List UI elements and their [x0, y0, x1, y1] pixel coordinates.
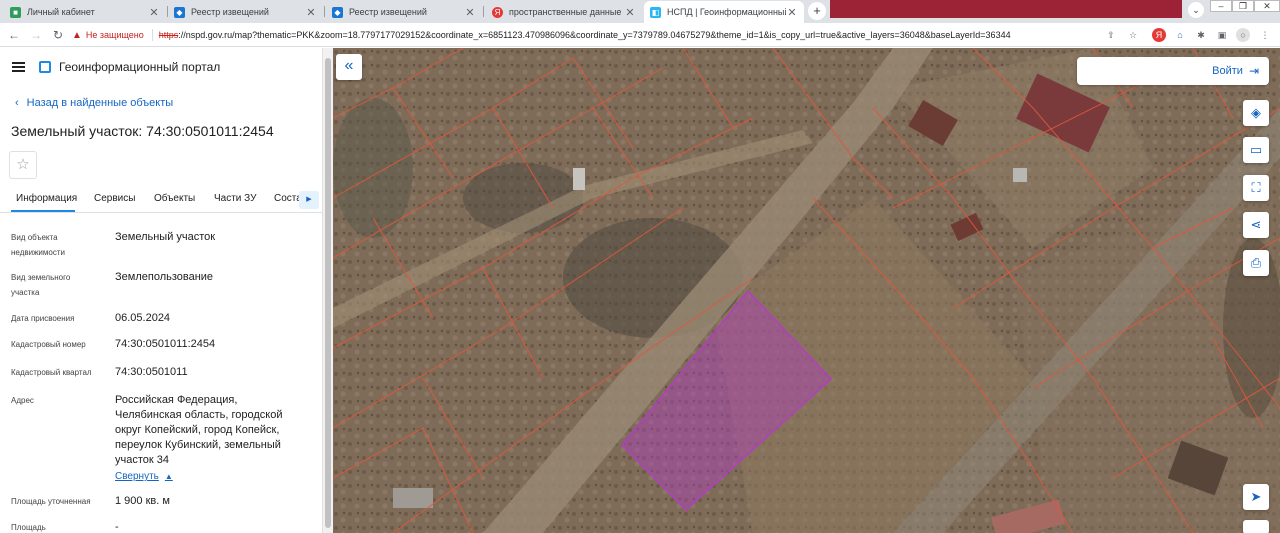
portal-title: Геоинформационный портал — [59, 60, 221, 74]
field-label: Вид объекта недвижимости — [11, 233, 65, 257]
new-tab-button[interactable]: + — [808, 2, 826, 20]
field-label: Вид земельного участка — [11, 273, 71, 297]
extension-icon[interactable]: ⌂ — [1173, 28, 1187, 42]
object-title: Земельный участок: 74:30:0501011:2454 — [11, 123, 274, 139]
address-bar[interactable]: ▲ Не защищено https ://nspd.gov.ru/map?t… — [72, 25, 1100, 45]
bookmark-star-icon[interactable]: ☆ — [1126, 28, 1140, 42]
url-text: ://nspd.gov.ru/map?thematic=PKK&zoom=18.… — [178, 30, 1011, 40]
url-scheme: https — [158, 30, 179, 40]
close-icon[interactable]: ✕ — [148, 6, 160, 19]
yandex-extension-icon[interactable]: Я — [1152, 28, 1166, 42]
select-area-icon[interactable]: ⛶ — [1243, 175, 1269, 201]
collapse-panel-icon[interactable]: « — [336, 54, 362, 80]
map-view[interactable]: « Войти ⇥ ◈ ▭ ⛶ ⋖ ⎙ ➤ — [333, 48, 1280, 533]
navigate-icon[interactable]: ➤ — [1243, 484, 1269, 510]
field-value: Землепользование — [115, 271, 214, 283]
field-value: - — [115, 521, 119, 533]
login-arrow-icon: ⇥ — [1248, 64, 1259, 78]
close-icon[interactable]: ✕ — [624, 6, 636, 19]
close-icon[interactable]: ✕ — [786, 6, 798, 19]
close-icon[interactable]: ✕ — [464, 6, 476, 19]
reload-icon[interactable]: ↻ — [50, 27, 66, 43]
browser-toolbar: ← → ↻ ▲ Не защищено https ://nspd.gov.ru… — [0, 23, 1280, 47]
emblem-icon: ◆ — [332, 6, 343, 18]
minimize-icon[interactable]: – — [1210, 0, 1232, 12]
hamburger-menu-icon[interactable] — [12, 62, 25, 72]
puzzle-icon[interactable]: ✱ — [1194, 28, 1208, 42]
field-label: Дата присвоения — [11, 314, 75, 323]
field-label: Адрес — [11, 396, 34, 405]
login-button[interactable]: Войти ⇥ — [1077, 57, 1269, 85]
sidepanel-icon[interactable]: ▣ — [1215, 28, 1229, 42]
browser-tab-nspd[interactable]: ◧ НСПД | Геоинформационный п ✕ — [644, 1, 804, 23]
field-label: Кадастровый номер — [11, 340, 86, 349]
warning-icon: ▲ — [72, 29, 82, 41]
map-tool-partial[interactable] — [1243, 520, 1269, 533]
tab-land-parts[interactable]: Части ЗУ — [214, 193, 256, 204]
close-window-icon[interactable]: ✕ — [1254, 0, 1280, 12]
browser-tab-lk[interactable]: ■ Личный кабинет ✕ — [4, 1, 166, 23]
browser-tab-registry-2[interactable]: ◆ Реестр извещений ✕ — [326, 1, 482, 23]
restore-icon[interactable]: ❐ — [1232, 0, 1254, 12]
back-arrow-icon[interactable]: ← — [6, 27, 22, 43]
panel-header: Геоинформационный портал — [12, 59, 220, 75]
address-value: Российская Федерация, Челябинская област… — [115, 394, 283, 484]
field-value: 06.05.2024 — [115, 312, 171, 324]
browser-tab-registry-1[interactable]: ◆ Реестр извещений ✕ — [168, 1, 323, 23]
profile-avatar-icon[interactable]: ○ — [1236, 28, 1250, 42]
field-value: 74:30:0501011:2454 — [115, 338, 216, 350]
field-label: Площадь уточненная — [11, 497, 91, 506]
tab-search-icon[interactable]: ⌄ — [1188, 2, 1204, 18]
print-icon[interactable]: ⎙ — [1243, 250, 1269, 276]
tab-objects[interactable]: Объекты — [154, 193, 195, 204]
tab-information[interactable]: Информация — [16, 193, 77, 204]
back-to-results-link[interactable]: ‹ Назад в найденные объекты — [15, 97, 173, 109]
ruler-icon[interactable]: ▭ — [1243, 137, 1269, 163]
field-value: Земельный участок — [115, 231, 216, 243]
panel-scrollbar[interactable] — [322, 48, 333, 533]
close-icon[interactable]: ✕ — [305, 6, 317, 19]
layers-icon[interactable]: ◈ — [1243, 100, 1269, 126]
security-label[interactable]: Не защищено — [86, 30, 144, 40]
chevron-left-icon: ‹ — [15, 97, 19, 109]
favorite-star-icon[interactable]: ☆ — [9, 151, 37, 179]
field-value: 74:30:0501011 — [115, 366, 188, 378]
menu-dots-icon[interactable]: ⋮ — [1258, 28, 1272, 42]
portal-logo-icon — [39, 61, 51, 73]
yandex-icon: Я — [492, 6, 503, 18]
green-square-icon: ■ — [10, 6, 21, 18]
nspd-icon: ◧ — [650, 6, 661, 18]
emblem-icon: ◆ — [174, 6, 185, 18]
tab-services[interactable]: Сервисы — [94, 193, 135, 204]
collapse-link[interactable]: Свернуть ▲ — [115, 469, 173, 484]
active-tab-indicator — [11, 210, 75, 212]
tabstrip-accent — [830, 0, 1182, 18]
forward-arrow-icon[interactable]: → — [28, 27, 44, 43]
info-tabs: Информация Сервисы Объекты Части ЗУ Сост… — [0, 189, 322, 213]
field-value: 1 900 кв. м — [115, 495, 170, 507]
share-page-icon[interactable]: ⇪ — [1104, 28, 1118, 42]
object-info-panel: Геоинформационный портал ‹ Назад в найде… — [0, 48, 322, 533]
browser-tab-yandex[interactable]: Я пространственные данные рос ✕ — [486, 1, 642, 23]
field-label: Площадь — [11, 523, 46, 532]
chevron-up-icon: ▲ — [164, 472, 173, 481]
browser-tab-strip: ■ Личный кабинет ✕ ◆ Реестр извещений ✕ … — [0, 0, 1280, 23]
field-label: Кадастровый квартал — [11, 368, 92, 377]
tabs-scroll-right-icon[interactable]: ▶ — [299, 191, 319, 209]
share-icon[interactable]: ⋖ — [1243, 212, 1269, 238]
satellite-map[interactable] — [333, 48, 1280, 533]
